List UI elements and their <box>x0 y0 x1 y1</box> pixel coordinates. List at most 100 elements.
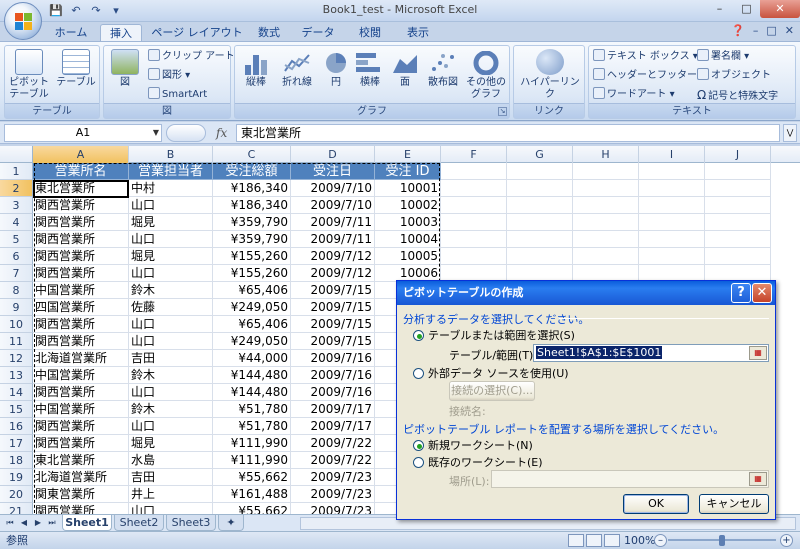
data-cell[interactable]: 関西営業所 <box>33 231 129 248</box>
wordart-button[interactable]: ワードアート ▾ <box>593 87 675 103</box>
data-cell[interactable]: 鈴木 <box>129 367 213 384</box>
row-header[interactable]: 1 <box>0 163 33 180</box>
data-cell[interactable]: 2009/7/11 <box>291 231 375 248</box>
row-header[interactable]: 15 <box>0 401 33 418</box>
insert-function-icon[interactable]: fx <box>216 124 236 142</box>
empty-cell[interactable] <box>639 248 705 265</box>
row-header[interactable]: 14 <box>0 384 33 401</box>
data-cell[interactable]: 2009/7/22 <box>291 435 375 452</box>
data-cell[interactable]: 吉田 <box>129 350 213 367</box>
minimize-button[interactable]: – <box>706 0 733 18</box>
empty-cell[interactable] <box>705 248 771 265</box>
data-cell[interactable]: 2009/7/12 <box>291 248 375 265</box>
zoom-slider-thumb[interactable] <box>719 535 725 546</box>
expand-formula-bar-icon[interactable]: ⋁ <box>783 124 797 142</box>
column-header-g[interactable]: G <box>507 146 573 163</box>
name-box-dropdown-icon[interactable]: ▼ <box>153 125 159 141</box>
empty-cell[interactable] <box>573 163 639 180</box>
location-input[interactable]: ▦ <box>491 470 769 488</box>
data-cell[interactable]: 中村 <box>129 180 213 197</box>
location-collapse-icon[interactable]: ▦ <box>749 472 767 486</box>
shapes-button[interactable]: 図形 ▾ <box>148 68 190 84</box>
data-cell[interactable]: ¥51,780 <box>213 418 291 435</box>
help-icon[interactable]: ❓ <box>731 24 745 37</box>
data-cell[interactable]: ¥186,340 <box>213 180 291 197</box>
data-cell[interactable]: 中国営業所 <box>33 401 129 418</box>
data-cell[interactable]: ¥111,990 <box>213 435 291 452</box>
tab-page-layout[interactable]: ページ レイアウト <box>150 24 244 42</box>
empty-cell[interactable] <box>573 214 639 231</box>
tab-review[interactable]: 校閲 <box>348 24 392 42</box>
data-cell[interactable]: 関西営業所 <box>33 248 129 265</box>
data-cell[interactable]: ¥65,406 <box>213 316 291 333</box>
data-cell[interactable]: ¥161,488 <box>213 486 291 503</box>
data-cell[interactable]: 2009/7/12 <box>291 265 375 282</box>
doc-minimize-icon[interactable]: – <box>753 24 759 37</box>
data-cell[interactable]: 山口 <box>129 265 213 282</box>
data-cell[interactable]: 山口 <box>129 316 213 333</box>
row-header[interactable]: 18 <box>0 452 33 469</box>
data-cell[interactable]: 山口 <box>129 333 213 350</box>
prev-sheet-icon[interactable]: ◀ <box>18 517 30 529</box>
select-all-corner[interactable] <box>0 146 33 163</box>
header-cell[interactable]: 営業担当者 <box>129 163 213 180</box>
column-header-e[interactable]: E <box>375 146 441 163</box>
data-cell[interactable]: ¥186,340 <box>213 197 291 214</box>
row-header[interactable]: 4 <box>0 214 33 231</box>
data-cell[interactable]: 関西営業所 <box>33 418 129 435</box>
first-sheet-icon[interactable]: ⏮ <box>4 517 16 529</box>
data-cell[interactable]: 東北営業所 <box>33 180 129 197</box>
empty-cell[interactable] <box>507 248 573 265</box>
column-header-b[interactable]: B <box>129 146 213 163</box>
radio-external-source[interactable]: 外部データ ソースを使用(U) <box>413 365 569 381</box>
empty-cell[interactable] <box>441 163 507 180</box>
pivot-table-button[interactable]: ピボット テーブル <box>7 49 51 101</box>
header-cell[interactable]: 受注日 <box>291 163 375 180</box>
sheet-tab-sheet2[interactable]: Sheet2 <box>114 515 164 531</box>
zoom-out-icon[interactable]: – <box>654 534 667 547</box>
name-box[interactable]: A1 ▼ <box>4 124 162 142</box>
row-header[interactable]: 8 <box>0 282 33 299</box>
row-header[interactable]: 11 <box>0 333 33 350</box>
choose-connection-button[interactable]: 接続の選択(C)... <box>449 381 535 401</box>
zoom-level[interactable]: 100% <box>624 532 655 549</box>
data-cell[interactable]: 10004 <box>375 231 441 248</box>
header-cell[interactable]: 営業所名 <box>33 163 129 180</box>
signature-line-button[interactable]: 署名欄 ▾ <box>697 49 749 65</box>
data-cell[interactable]: 山口 <box>129 503 213 514</box>
data-cell[interactable]: 2009/7/15 <box>291 316 375 333</box>
chart-dialog-launcher[interactable]: ↘ <box>498 107 507 116</box>
empty-cell[interactable] <box>573 180 639 197</box>
symbol-button[interactable]: Ω 記号と特殊文字 <box>697 87 778 103</box>
data-cell[interactable]: 2009/7/23 <box>291 486 375 503</box>
data-cell[interactable]: 2009/7/16 <box>291 384 375 401</box>
row-header[interactable]: 9 <box>0 299 33 316</box>
range-collapse-icon[interactable]: ▦ <box>749 346 767 360</box>
data-cell[interactable]: 10005 <box>375 248 441 265</box>
empty-cell[interactable] <box>573 197 639 214</box>
data-cell[interactable]: 中国営業所 <box>33 282 129 299</box>
data-cell[interactable]: 10002 <box>375 197 441 214</box>
next-sheet-icon[interactable]: ▶ <box>32 517 44 529</box>
empty-cell[interactable] <box>507 197 573 214</box>
empty-cell[interactable] <box>639 214 705 231</box>
close-button[interactable]: ✕ <box>760 0 800 18</box>
data-cell[interactable]: ¥144,480 <box>213 384 291 401</box>
empty-cell[interactable] <box>639 197 705 214</box>
data-cell[interactable]: 堀見 <box>129 248 213 265</box>
column-header-i[interactable]: I <box>639 146 705 163</box>
empty-cell[interactable] <box>705 214 771 231</box>
area-chart-button[interactable]: 面 <box>389 49 421 89</box>
sheet-tab-sheet1[interactable]: Sheet1 <box>62 515 112 531</box>
data-cell[interactable]: 関東営業所 <box>33 486 129 503</box>
row-header[interactable]: 3 <box>0 197 33 214</box>
tab-data[interactable]: データ <box>296 24 340 42</box>
data-cell[interactable]: 2009/7/23 <box>291 503 375 514</box>
empty-cell[interactable] <box>705 163 771 180</box>
header-cell[interactable]: 受注総額 <box>213 163 291 180</box>
zoom-in-icon[interactable]: + <box>780 534 793 547</box>
empty-cell[interactable] <box>705 231 771 248</box>
row-header[interactable]: 19 <box>0 469 33 486</box>
row-header[interactable]: 16 <box>0 418 33 435</box>
formula-input[interactable]: 東北営業所 <box>236 124 780 142</box>
